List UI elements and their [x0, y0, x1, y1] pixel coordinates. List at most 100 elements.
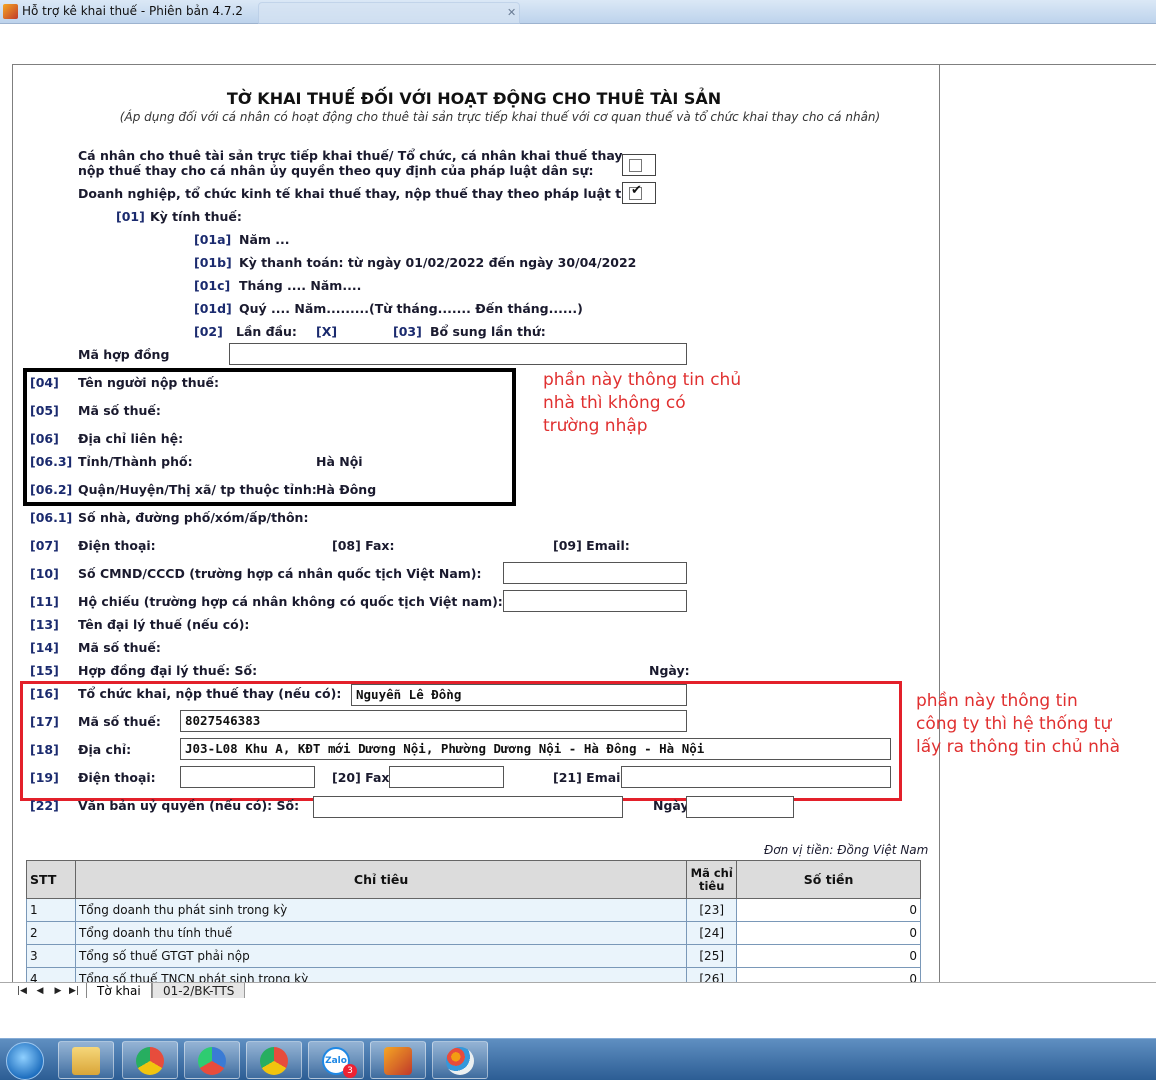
annotation-line: công ty thì hệ thống tự: [916, 714, 1112, 734]
zalo-icon[interactable]: Zalo 3: [308, 1041, 364, 1079]
authorization-date-input[interactable]: [686, 796, 794, 818]
passport-label: Hộ chiếu (trường hợp cá nhân không có qu…: [78, 594, 503, 609]
agent-contract-label: Hợp đồng đại lý thuế: Số:: [78, 663, 258, 678]
company-info-highlight-box: [20, 681, 902, 801]
palette-icon: [446, 1047, 474, 1075]
first-time-value[interactable]: [X]: [316, 324, 337, 339]
code-01d: [01d]: [194, 301, 232, 316]
code-01: [01]: [116, 209, 145, 224]
street-label: Số nhà, đường phố/xóm/ấp/thôn:: [78, 510, 309, 525]
row-amount[interactable]: 0: [736, 944, 921, 968]
last-sheet-icon[interactable]: ▶|: [68, 985, 80, 997]
first-time-label: Lần đầu:: [236, 324, 297, 339]
payment-period-label: Kỳ thanh toán: từ ngày 01/02/2022 đến ng…: [239, 255, 637, 270]
contract-label: Mã hợp đồng: [78, 347, 170, 362]
tax-agent-code-label: Mã số thuế:: [78, 640, 161, 655]
owner-info-highlight-box: [23, 368, 516, 506]
contract-input[interactable]: [229, 343, 687, 365]
chromium-icon[interactable]: [184, 1041, 240, 1079]
authorization-doc-label: Văn bản uỷ quyền (nếu có): Số:: [78, 798, 300, 813]
notification-badge: 3: [343, 1064, 357, 1078]
row-amount[interactable]: 0: [736, 921, 921, 945]
sheet-tab-bar: |◀ ◀ ▶ ▶| Tờ khai 01-2/BK-TTS: [0, 982, 1156, 999]
row-stt: 2: [26, 921, 76, 945]
sheet-right-border: [939, 64, 940, 982]
annotation-line: trường nhập: [543, 416, 648, 436]
row-code: [25]: [686, 944, 738, 968]
option-individual-line1: Cá nhân cho thuê tài sản trực tiếp khai …: [78, 148, 627, 163]
file-explorer-icon[interactable]: [58, 1041, 114, 1079]
row-indicator: Tổng số thuế GTGT phải nộp: [74, 944, 688, 968]
email-label: [09] Email:: [553, 538, 630, 553]
code-06-1: [06.1]: [30, 510, 73, 525]
code-11: [11]: [30, 594, 59, 609]
tax-table: STT Chỉ tiêu Mã chỉ tiêu Số tiền 1 Tổng …: [26, 860, 921, 991]
code-22: [22]: [30, 798, 59, 813]
next-sheet-icon[interactable]: ▶: [52, 985, 64, 997]
row-code: [24]: [686, 921, 738, 945]
tax-app-icon[interactable]: [370, 1041, 426, 1079]
authorization-doc-input[interactable]: [313, 796, 623, 818]
form-subtitle: (Áp dụng đối với cá nhân có hoạt động ch…: [119, 110, 881, 124]
fax-label: [08] Fax:: [332, 538, 395, 553]
annotation-line: nhà thì không có: [543, 393, 686, 413]
form-sheet: TỜ KHAI THUẾ ĐỐI VỚI HOẠT ĐỘNG CHO THUÊ …: [0, 24, 1156, 991]
period-label: Kỳ tính thuế:: [150, 209, 242, 224]
chrome-logo-icon: [260, 1047, 288, 1075]
prev-sheet-icon[interactable]: ◀: [34, 985, 46, 997]
quarter-label: Quý .... Năm.........(Từ tháng....... Đế…: [239, 301, 583, 316]
row-indicator: Tổng doanh thu phát sinh trong kỳ: [74, 898, 688, 922]
window-title: Hỗ trợ kê khai thuế - Phiên bản 4.7.2: [22, 4, 243, 18]
start-button[interactable]: [6, 1042, 44, 1080]
option-enterprise-checkbox[interactable]: ✔: [622, 182, 656, 204]
code-10: [10]: [30, 566, 59, 581]
currency-note: Đơn vị tiền: Đồng Việt Nam: [764, 843, 929, 857]
sheet-top-border: [12, 64, 1156, 65]
window-titlebar: Hỗ trợ kê khai thuế - Phiên bản 4.7.2 ✕: [0, 0, 1156, 24]
folder-icon: [72, 1047, 100, 1075]
checkbox-box: [629, 159, 642, 172]
annotation-line: lấy ra thông tin chủ nhà: [916, 737, 1121, 757]
empty-area: [0, 998, 1156, 1038]
row-amount[interactable]: 0: [736, 898, 921, 922]
agent-contract-date-label: Ngày:: [649, 663, 690, 678]
row-indicator: Tổng doanh thu tính thuế: [74, 921, 688, 945]
checkmark-icon: ✔: [631, 183, 642, 198]
tab-appendix[interactable]: 01-2/BK-TTS: [152, 983, 246, 999]
option-individual-checkbox[interactable]: [622, 154, 656, 176]
close-icon[interactable]: ✕: [507, 6, 516, 19]
chrome-icon[interactable]: [122, 1041, 178, 1079]
id-card-label: Số CMND/CCCD (trường hợp cá nhân quốc tị…: [78, 566, 482, 581]
code-15: [15]: [30, 663, 59, 678]
chrome-logo-icon: [136, 1047, 164, 1075]
code-07: [07]: [30, 538, 59, 553]
sheet-left-border: [12, 64, 13, 982]
code-02: [02]: [194, 324, 223, 339]
annotation-line: phần này thông tin: [916, 691, 1078, 711]
first-sheet-icon[interactable]: |◀: [16, 985, 28, 997]
code-13: [13]: [30, 617, 59, 632]
company-info-annotation: phần này thông tin công ty thì hệ thống …: [916, 690, 1120, 759]
id-card-input[interactable]: [503, 562, 687, 584]
row-code: [23]: [686, 898, 738, 922]
code-01c: [01c]: [194, 278, 231, 293]
code-01a: [01a]: [194, 232, 232, 247]
authorization-date-label: Ngày: [653, 798, 689, 813]
passport-input[interactable]: [503, 590, 687, 612]
tab-declaration[interactable]: Tờ khai: [86, 983, 152, 999]
option-enterprise-label: Doanh nghiệp, tổ chức kinh tế khai thuế …: [78, 186, 653, 201]
app-icon: [3, 4, 18, 19]
code-03: [03]: [393, 324, 422, 339]
tax-agent-name-label: Tên đại lý thuế (nếu có):: [78, 617, 250, 632]
table-row: 3 Tổng số thuế GTGT phải nộp [25] 0: [26, 944, 921, 968]
background-tab[interactable]: [258, 2, 520, 24]
header-amount: Số tiền: [736, 860, 921, 899]
paint-icon[interactable]: [432, 1041, 488, 1079]
owner-info-annotation: phần này thông tin chủ nhà thì không có …: [543, 369, 741, 438]
code-14: [14]: [30, 640, 59, 655]
tax-app-logo-icon: [384, 1047, 412, 1075]
chrome-profile-icon[interactable]: [246, 1041, 302, 1079]
phone-label: Điện thoại:: [78, 538, 156, 553]
option-individual-line2: nộp thuế thay cho cá nhân ủy quyền theo …: [78, 163, 594, 178]
header-stt: STT: [26, 860, 76, 899]
